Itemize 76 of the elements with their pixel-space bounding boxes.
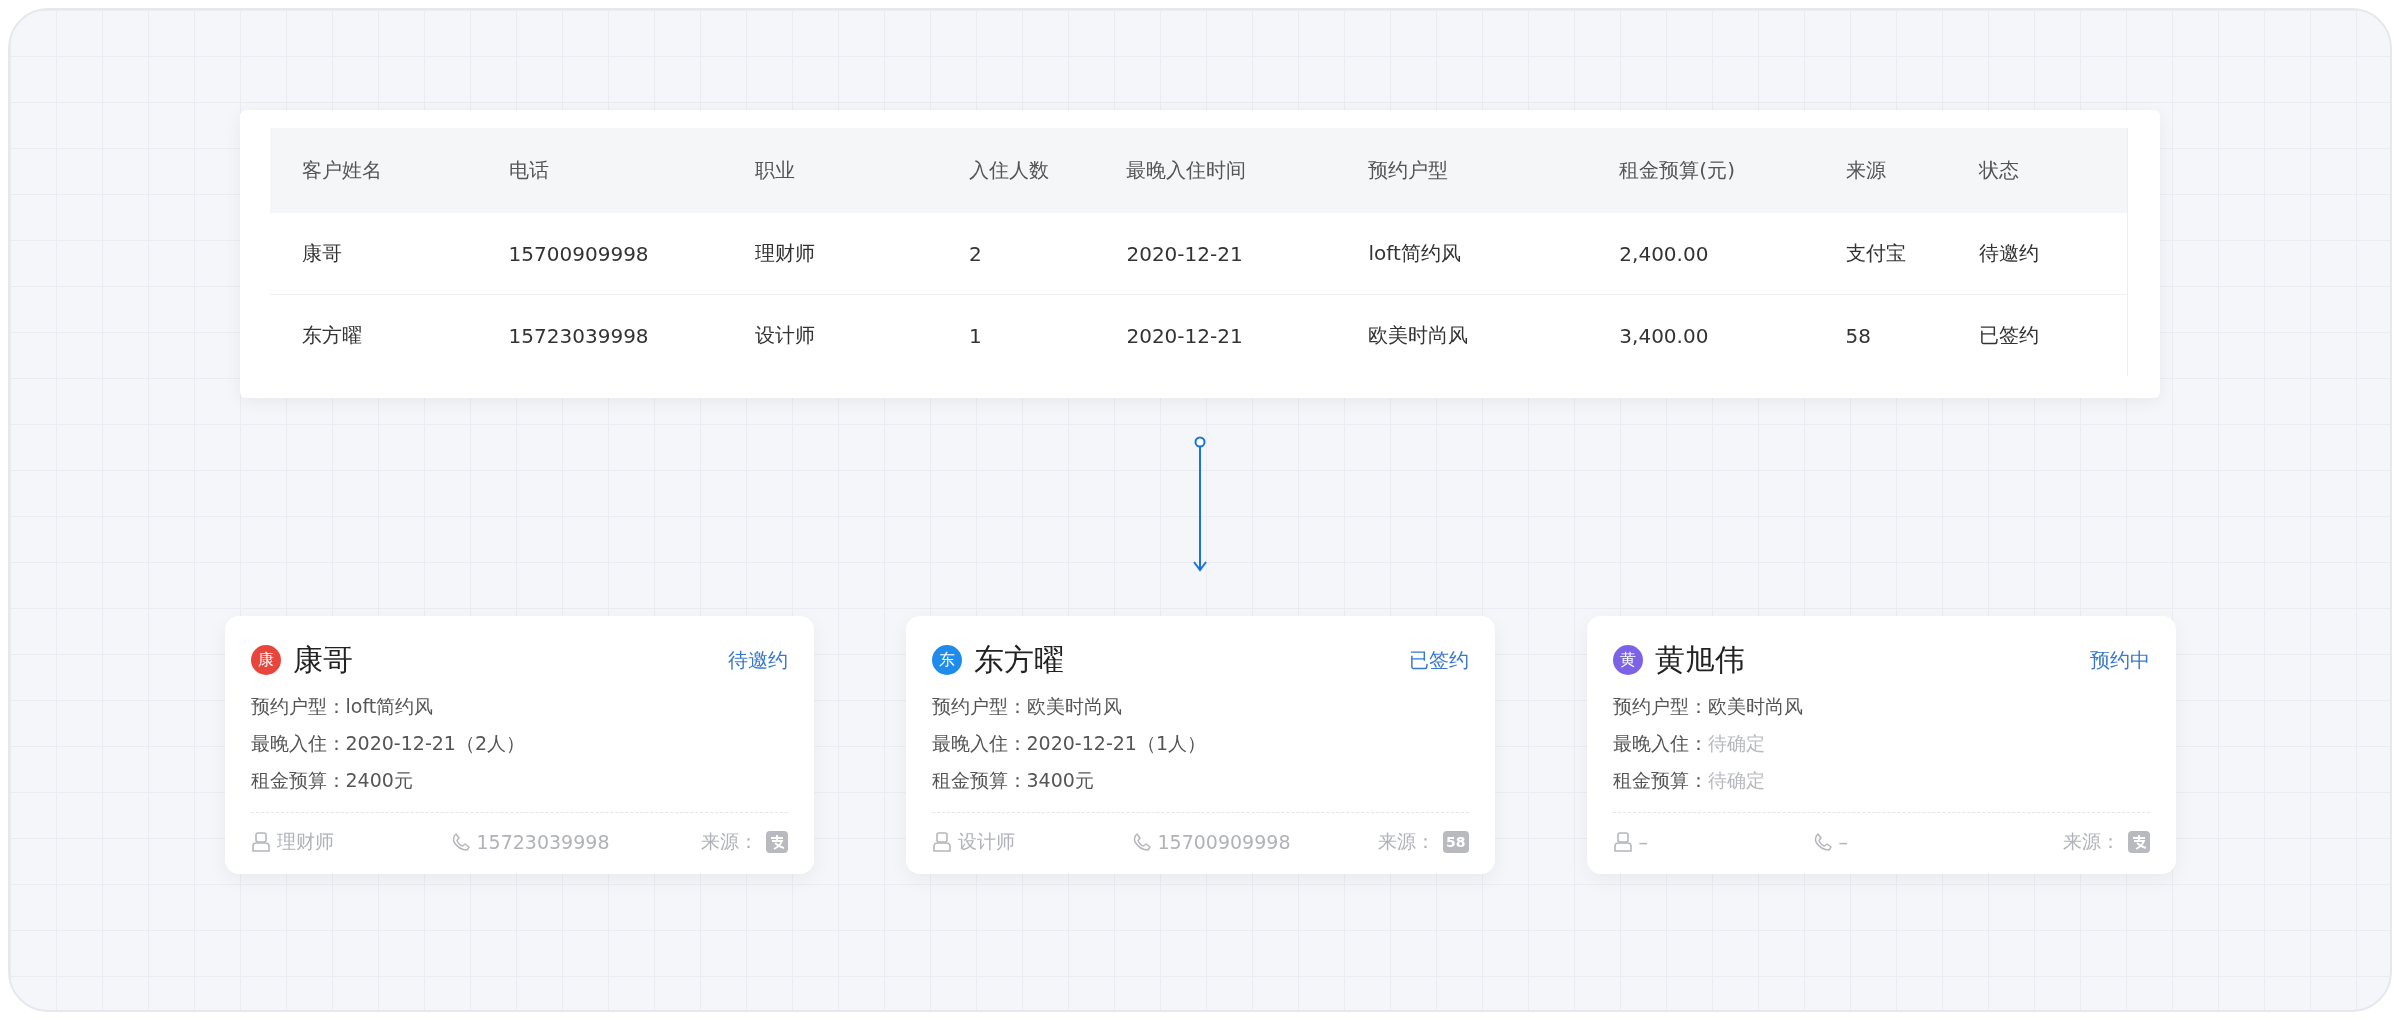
- column-header: 租金预算(元): [1619, 157, 1736, 184]
- field-label: 最晚入住：: [250, 731, 346, 756]
- column-header: 预约户型: [1368, 157, 1450, 184]
- customer-name: 康哥: [292, 640, 353, 679]
- table-cell-text: 已签约: [1979, 322, 2041, 349]
- phone-text: –: [1838, 831, 1848, 853]
- column-header: 电话: [508, 157, 550, 184]
- field-value: loft简约风: [345, 694, 434, 719]
- status-text: 待邀约: [727, 646, 788, 674]
- avatar-initial: 康: [250, 645, 281, 675]
- field-value: 欧美时尚风: [1026, 694, 1122, 719]
- field-label: 预约户型：: [931, 694, 1027, 719]
- column-header: 来源: [1845, 157, 1887, 184]
- status-text: 已签约: [1408, 646, 1469, 674]
- payment-logo-icon: [765, 831, 788, 853]
- phone-text: 15723039998: [476, 831, 610, 853]
- field-value: 待确定: [1707, 768, 1765, 793]
- column-header: 状态: [1979, 157, 2021, 184]
- table-cell-text: 2020-12-21: [1126, 323, 1244, 348]
- down-arrow-icon: [1192, 436, 1208, 574]
- table-cell-text: 理财师: [754, 240, 816, 267]
- table-cell-text: 康哥: [302, 240, 343, 267]
- customer-card[interactable]: 黄 黄旭伟 预约中 预约户型：欧美时尚风 最晚入住：待确定 租金预算：待确定 – – 来源：: [1586, 616, 2176, 874]
- job-text: 设计师: [957, 829, 1015, 854]
- column-header: 客户姓名: [302, 157, 383, 184]
- field-label: 预约户型：: [250, 694, 346, 719]
- avatar-initial: 东: [931, 645, 962, 675]
- field-value: 欧美时尚风: [1707, 694, 1803, 719]
- column-header: 职业: [754, 157, 796, 184]
- table-cell-text: 设计师: [754, 322, 816, 349]
- table-cell-text: 2: [969, 241, 983, 266]
- source-badge: 58: [1443, 831, 1469, 853]
- field-label: 租金预算：: [1612, 768, 1708, 793]
- phone-text: 15700909998: [1157, 831, 1291, 853]
- field-value: 待确定: [1707, 731, 1765, 756]
- phone-icon: [1812, 832, 1833, 852]
- customer-card[interactable]: 康 康哥 待邀约 预约户型：loft简约风 最晚入住：2020-12-21（2人） 租金预算：2400元 理财师 15723039998 来源：: [224, 616, 814, 874]
- payment-logo-icon: [2127, 831, 2150, 853]
- source-label: 来源：: [2062, 829, 2120, 854]
- table-cell-text: 欧美时尚风: [1368, 322, 1470, 349]
- field-value: 2400元: [345, 768, 413, 793]
- status-text: 预约中: [2089, 646, 2150, 674]
- customer-name: 东方曜: [973, 640, 1064, 679]
- source-label: 来源：: [1378, 829, 1435, 854]
- column-header: 入住人数: [969, 157, 1051, 184]
- field-value: 2020-12-21（2人）: [345, 731, 525, 756]
- table-cell-text: 东方曜: [302, 322, 363, 349]
- source-label: 来源：: [700, 829, 758, 854]
- customer-name: 黄旭伟: [1654, 640, 1745, 679]
- field-value: 2020-12-21（1人）: [1026, 731, 1206, 756]
- person-icon: [1612, 831, 1633, 853]
- job-text: –: [1638, 831, 1648, 853]
- field-label: 租金预算：: [250, 768, 346, 793]
- table-cell-text: loft简约风: [1368, 240, 1462, 267]
- table-cell-text: 15700909998: [508, 241, 650, 266]
- table-cell-text: 2020-12-21: [1126, 241, 1244, 266]
- phone-icon: [1131, 832, 1152, 852]
- field-label: 最晚入住：: [931, 731, 1027, 756]
- phone-icon: [450, 832, 471, 852]
- job-text: 理财师: [276, 829, 334, 854]
- field-value: 3400元: [1026, 768, 1094, 793]
- field-label: 预约户型：: [1612, 694, 1708, 719]
- table-cell-text: 3,400.00: [1619, 323, 1710, 348]
- field-label: 租金预算：: [931, 768, 1027, 793]
- person-icon: [931, 831, 952, 853]
- table-cell-text: 2,400.00: [1619, 241, 1710, 266]
- table-cell-text: 待邀约: [1979, 240, 2041, 267]
- table-cell-text: 15723039998: [508, 323, 650, 348]
- field-label: 最晚入住：: [1612, 731, 1708, 756]
- table-cell-text: 58: [1845, 323, 1873, 348]
- table-cell-text: 1: [969, 323, 983, 348]
- person-icon: [250, 831, 271, 853]
- avatar-initial: 黄: [1612, 645, 1643, 675]
- customer-card[interactable]: 东 东方曜 已签约 预约户型：欧美时尚风 最晚入住：2020-12-21（1人） 租金预算：3400元 设计师 15700909998 来源： 58: [905, 616, 1495, 874]
- table-cell-text: 支付宝: [1845, 240, 1907, 267]
- column-header: 最晚入住时间: [1126, 157, 1248, 184]
